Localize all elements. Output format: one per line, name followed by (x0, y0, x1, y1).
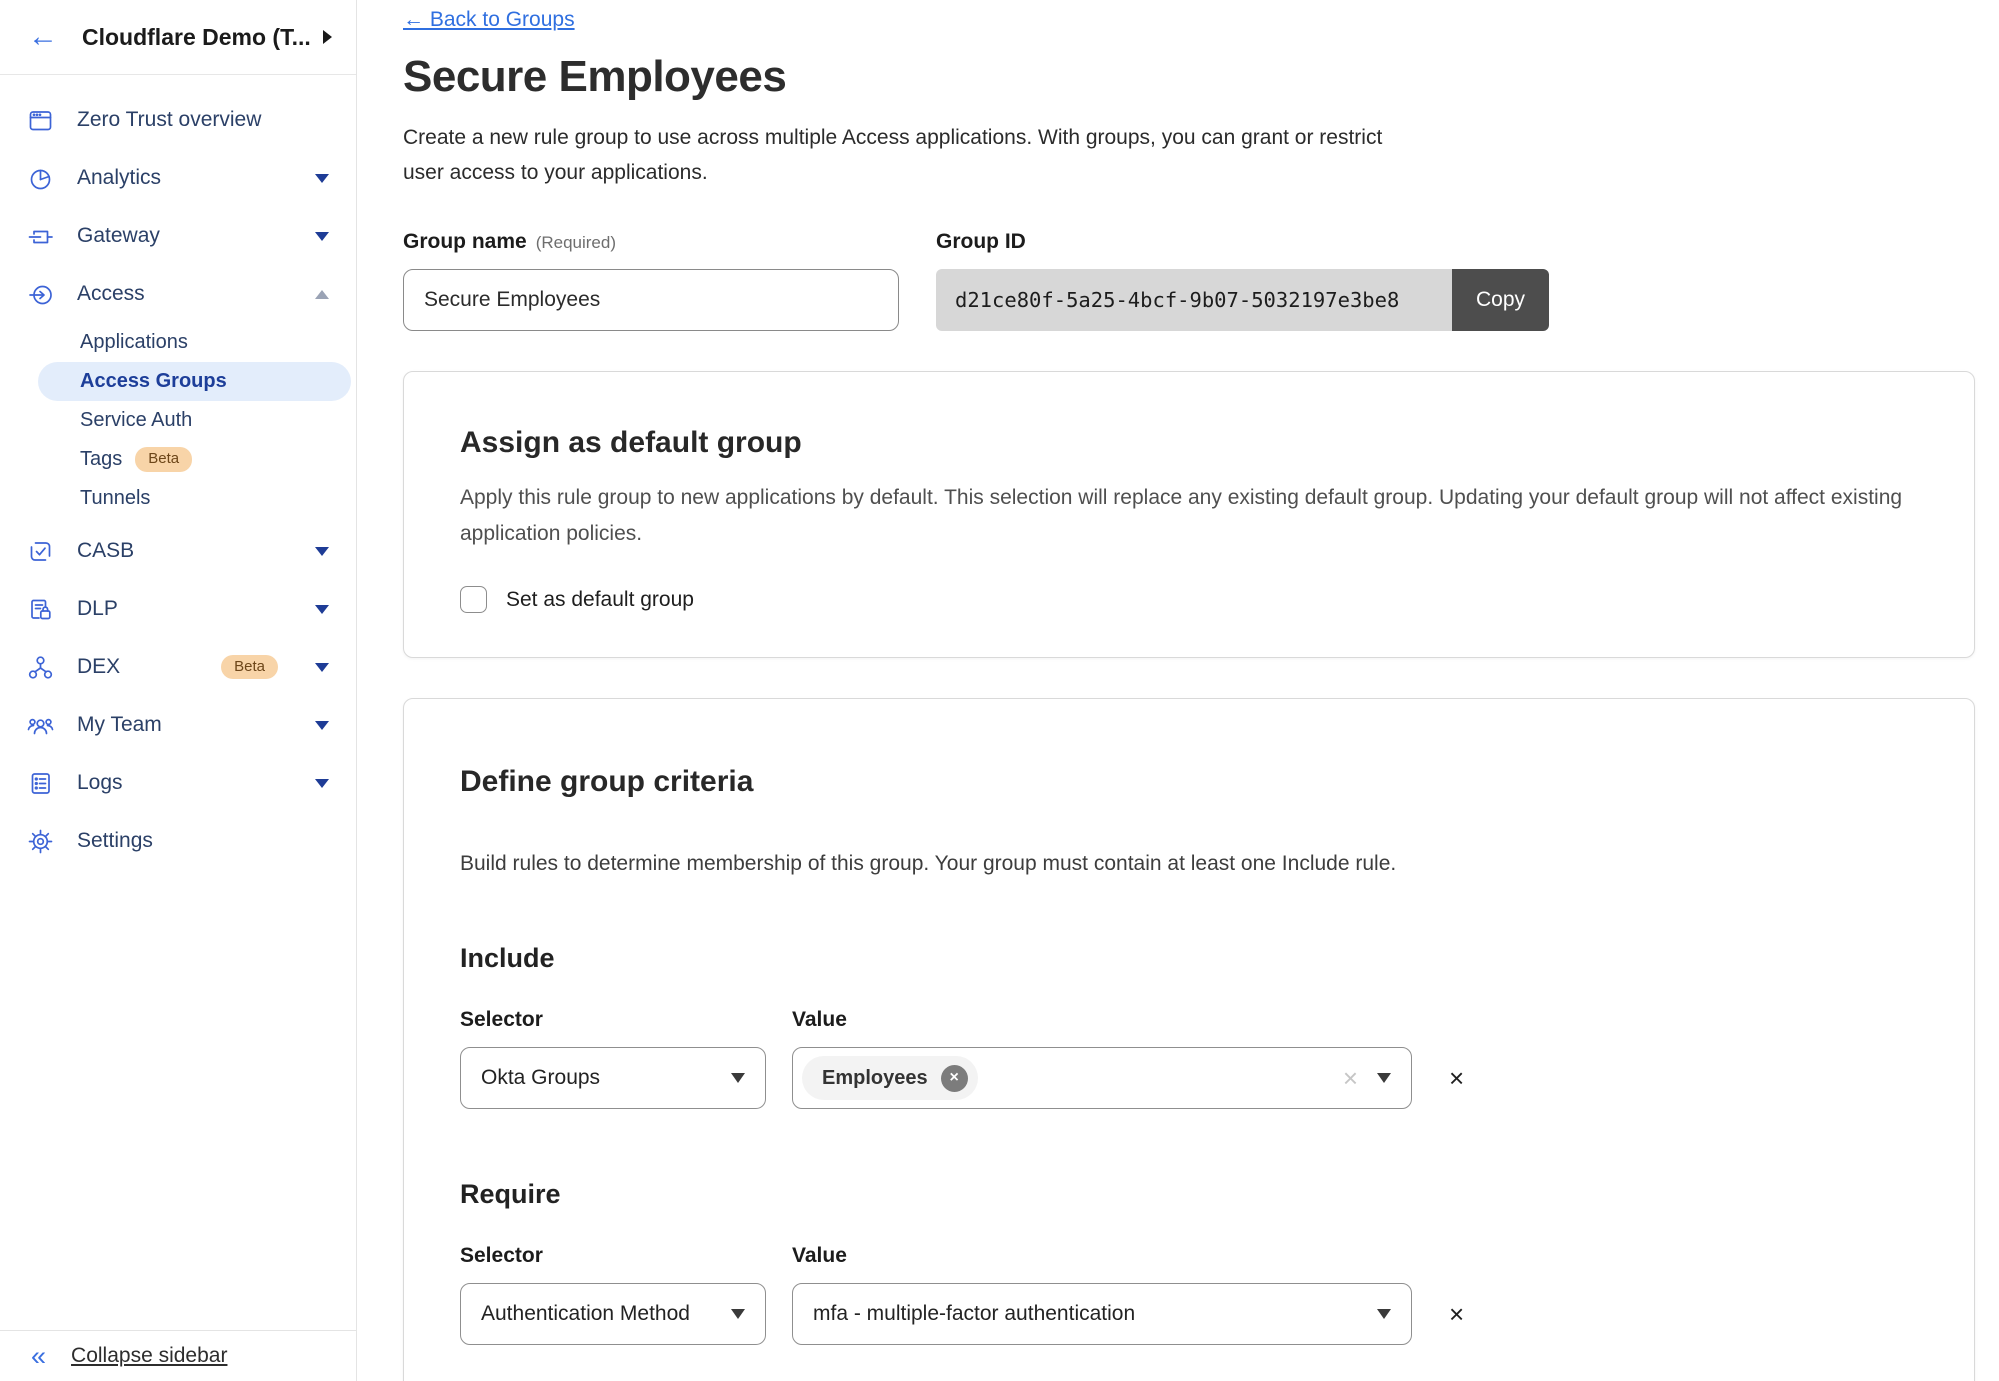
back-to-groups-link[interactable]: ← Back to Groups (403, 8, 575, 32)
sidebar-item-zero-trust-overview[interactable]: Zero Trust overview (0, 91, 356, 149)
sidebar-item-tunnels[interactable]: Tunnels (0, 479, 356, 518)
page-description: Create a new rule group to use across mu… (403, 120, 1388, 190)
access-login-icon (27, 281, 54, 308)
remove-include-rule-icon[interactable]: × (1449, 1065, 1464, 1091)
require-value-dropdown[interactable]: mfa - multiple-factor authentication (792, 1283, 1412, 1345)
card-title: Define group criteria (460, 765, 1918, 799)
sidebar-nav: Zero Trust overview Analytics Gateway Ac… (0, 75, 356, 870)
group-name-input[interactable] (403, 269, 899, 331)
define-group-criteria-card: Define group criteria Build rules to det… (403, 698, 1975, 1381)
checkbox-label: Set as default group (506, 588, 694, 612)
pie-chart-icon (27, 165, 54, 192)
chevron-down-icon (1377, 1073, 1391, 1083)
copy-button[interactable]: Copy (1452, 269, 1549, 331)
value-label: Value (792, 1008, 1412, 1032)
chevron-down-icon (1377, 1309, 1391, 1319)
sidebar-item-access[interactable]: Access (0, 265, 356, 323)
chevron-down-icon (315, 174, 329, 183)
selector-label: Selector (460, 1244, 766, 1268)
required-hint: (Required) (536, 233, 616, 252)
group-name-label: Group name(Required) (403, 230, 899, 254)
include-selector-dropdown[interactable]: Okta Groups (460, 1047, 766, 1109)
chevron-down-icon (731, 1073, 745, 1083)
include-heading: Include (460, 943, 1918, 974)
sidebar-item-dlp[interactable]: DLP (0, 580, 356, 638)
access-submenu: Applications Access Groups Service Auth … (0, 323, 356, 518)
page-title: Secure Employees (403, 52, 1987, 102)
chevron-right-icon[interactable] (323, 30, 332, 44)
group-id-group: d21ce80f-5a25-4bcf-9b07-5032197e3be8 Cop… (936, 269, 1549, 331)
account-title: Cloudflare Demo (T... (82, 24, 323, 51)
card-description: Apply this rule group to new application… (460, 480, 1918, 552)
chevron-down-icon (315, 779, 329, 788)
sidebar-item-gateway[interactable]: Gateway (0, 207, 356, 265)
include-rule-row: Selector Okta Groups Value Employees × × (460, 1008, 1918, 1109)
sidebar-item-service-auth[interactable]: Service Auth (0, 401, 356, 440)
chevron-down-icon (315, 547, 329, 556)
chevron-down-icon (731, 1309, 745, 1319)
chevron-up-icon (315, 290, 329, 299)
require-selector-dropdown[interactable]: Authentication Method (460, 1283, 766, 1345)
chevron-down-icon (315, 663, 329, 672)
gateway-icon (27, 223, 54, 250)
sidebar-item-tags[interactable]: Tags Beta (0, 440, 356, 479)
multiselect-controls: × (1343, 1065, 1391, 1091)
group-identity-row: Group name(Required) Group ID d21ce80f-5… (403, 230, 1987, 331)
sidebar-header: ← Cloudflare Demo (T... (0, 0, 356, 75)
list-document-icon (27, 770, 54, 797)
people-icon (27, 712, 54, 739)
require-rule-row: Selector Authentication Method Value mfa… (460, 1244, 1918, 1345)
sidebar-item-dex[interactable]: DEX Beta (0, 638, 356, 696)
card-title: Assign as default group (460, 426, 1918, 460)
chip-remove-icon[interactable]: × (941, 1065, 968, 1092)
sidebar-item-settings[interactable]: Settings (0, 812, 356, 870)
set-default-group-checkbox[interactable] (460, 586, 487, 613)
back-arrow-icon[interactable]: ← (28, 22, 58, 52)
employees-chip: Employees × (802, 1056, 978, 1100)
sidebar-item-logs[interactable]: Logs (0, 754, 356, 812)
sidebar-item-analytics[interactable]: Analytics (0, 149, 356, 207)
main-content: ← Back to Groups Secure Employees Create… (357, 0, 1999, 1381)
sidebar-item-casb[interactable]: CASB (0, 522, 356, 580)
group-id-value: d21ce80f-5a25-4bcf-9b07-5032197e3be8 (936, 269, 1452, 331)
chevron-down-icon (315, 605, 329, 614)
sidebar-item-access-groups[interactable]: Access Groups (38, 362, 351, 401)
document-lock-icon (27, 596, 54, 623)
clear-icon[interactable]: × (1343, 1065, 1358, 1091)
default-group-checkbox-row: Set as default group (460, 586, 1918, 613)
require-heading: Require (460, 1179, 1918, 1210)
collapse-sidebar-button[interactable]: « Collapse sidebar (0, 1330, 356, 1381)
remove-require-rule-icon[interactable]: × (1449, 1301, 1464, 1327)
assign-default-group-card: Assign as default group Apply this rule … (403, 371, 1975, 658)
value-label: Value (792, 1244, 1412, 1268)
network-molecule-icon (27, 654, 54, 681)
sidebar: ← Cloudflare Demo (T... Zero Trust overv… (0, 0, 357, 1381)
sidebar-item-applications[interactable]: Applications (0, 323, 356, 362)
beta-badge: Beta (135, 447, 192, 472)
chevron-down-icon (315, 721, 329, 730)
gear-icon (27, 828, 54, 855)
selector-label: Selector (460, 1008, 766, 1032)
include-value-multiselect[interactable]: Employees × × (792, 1047, 1412, 1109)
sidebar-item-my-team[interactable]: My Team (0, 696, 356, 754)
browser-window-icon (27, 107, 54, 134)
card-description: Build rules to determine membership of t… (460, 849, 1918, 879)
collapse-chevrons-icon: « (31, 1343, 46, 1370)
beta-badge: Beta (221, 655, 278, 680)
casb-sync-check-icon (27, 538, 54, 565)
group-id-label: Group ID (936, 230, 1549, 254)
chevron-down-icon (315, 232, 329, 241)
